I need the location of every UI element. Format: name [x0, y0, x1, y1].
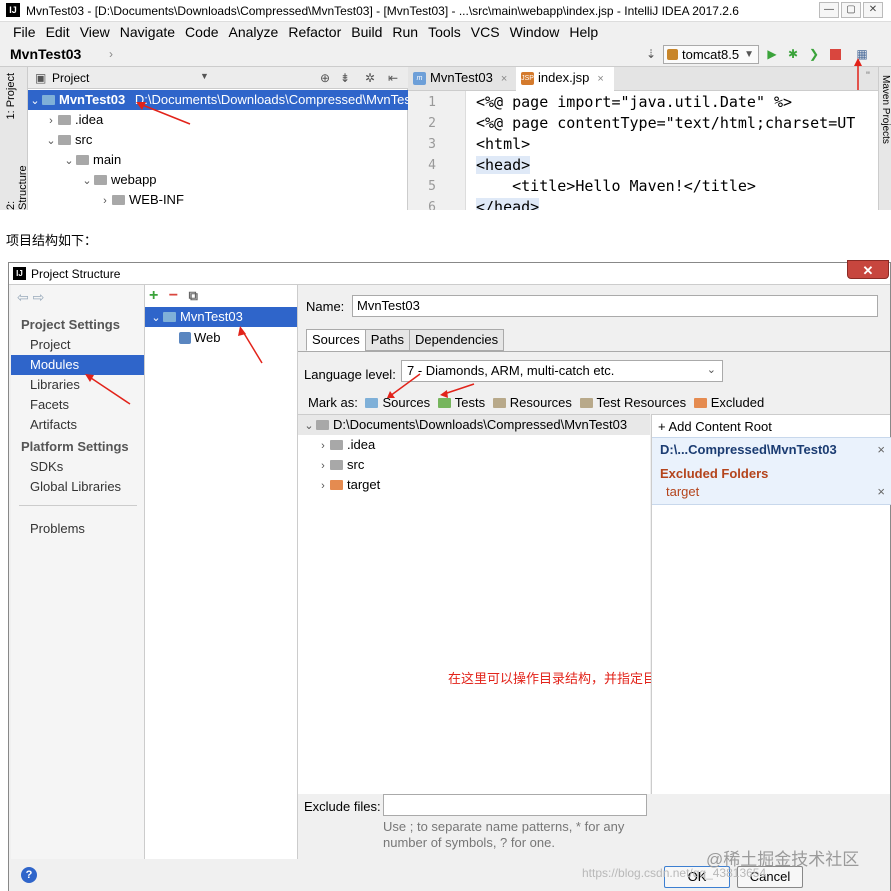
arrowhead [387, 391, 395, 398]
arrowhead [854, 58, 862, 66]
arrow-line [139, 103, 191, 125]
arrowhead [85, 374, 94, 382]
annotation-arrows [85, 58, 862, 405]
arrow-line [241, 329, 263, 364]
arrow-line [389, 373, 421, 397]
arrow-line [87, 375, 131, 405]
arrowhead [440, 390, 448, 398]
arrow-line [443, 383, 475, 395]
